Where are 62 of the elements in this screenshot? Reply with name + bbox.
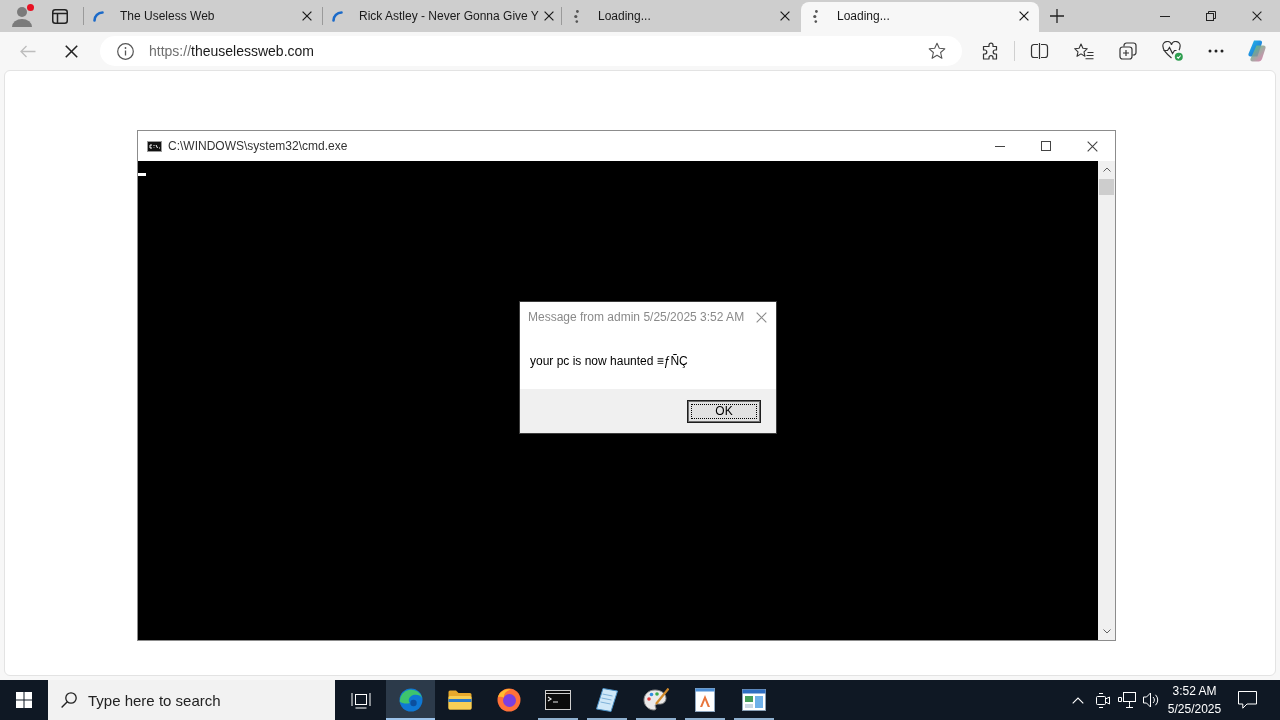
close-icon: [1252, 11, 1262, 21]
network-icon: [1118, 692, 1136, 708]
info-icon: [117, 42, 134, 60]
clock[interactable]: 3:52 AM 5/25/2025: [1163, 680, 1226, 720]
restore-icon: [1206, 11, 1216, 21]
browser-tab[interactable]: Loading...: [562, 2, 800, 32]
folder-icon: [447, 690, 472, 710]
search-field[interactable]: Type here to search: [48, 680, 335, 720]
notepad-icon: [595, 688, 618, 712]
scrollbar-thumb[interactable]: [1099, 179, 1114, 195]
star-icon: [928, 42, 946, 60]
fox-globe-icon: [496, 688, 521, 712]
heart-pulse-icon: [1161, 41, 1183, 61]
browser-tab[interactable]: Rick Astley - Never Gonna Give Y: [323, 2, 561, 32]
close-icon: [543, 11, 554, 21]
back-arrow-icon: [20, 44, 36, 58]
favorite-button[interactable]: [927, 41, 947, 61]
close-icon: [1019, 11, 1029, 21]
palette-icon: [642, 688, 669, 712]
browser-tab[interactable]: Loading...: [801, 2, 1039, 32]
video-camera-icon: [1095, 692, 1110, 708]
colorful-logo-icon: [1246, 40, 1268, 62]
close-icon: [1086, 140, 1098, 152]
swirl-logo-icon: [398, 688, 423, 712]
search-icon: [61, 692, 77, 708]
avatar-icon: [11, 5, 33, 27]
close-icon: [780, 11, 790, 21]
dialog-title: Message from admin 5/25/2025 3:52 AM: [528, 309, 745, 326]
taskbar-app-button[interactable]: [386, 680, 435, 720]
puzzle-icon: [982, 42, 1000, 60]
maximize-icon: [1041, 141, 1051, 151]
cross-icon: [64, 44, 78, 58]
split-screen-icon: [1029, 43, 1049, 59]
tab-panel-icon: [52, 8, 68, 24]
more-icon: [1208, 49, 1224, 53]
clock-date: 5/25/2025: [1167, 701, 1222, 718]
star-list-icon: [1074, 42, 1094, 60]
speaker-icon: [1142, 692, 1160, 708]
browser-tab[interactable]: The Useless Web: [84, 2, 322, 32]
document-icon: [694, 688, 715, 712]
start-logo-icon: [16, 692, 32, 708]
close-icon: [302, 11, 312, 21]
plus-icon: [1050, 9, 1064, 23]
window-title: C:\WINDOWS\system32\cmd.exe: [168, 138, 348, 155]
chevron-up-icon: [1072, 696, 1084, 704]
stacked-squares-plus-icon: [1119, 42, 1137, 60]
terminal-icon: [544, 690, 571, 710]
chevron-down-icon: [1102, 629, 1111, 634]
address-bar[interactable]: https://theuselessweb.com: [100, 36, 962, 66]
app-window-icon: [741, 689, 766, 711]
dialog-message: your pc is now haunted ≡ƒÑÇ: [530, 352, 688, 370]
scrollbar[interactable]: [1098, 161, 1115, 640]
close-icon: [755, 311, 767, 323]
minimize-icon: [995, 145, 1005, 147]
console-app-icon: [147, 140, 162, 152]
clock-time: 3:52 AM: [1172, 683, 1217, 700]
task-view-icon: [350, 691, 371, 709]
url-text: https://theuselessweb.com: [149, 41, 314, 61]
minimize-icon: [1160, 15, 1170, 17]
notification-icon: [1237, 691, 1257, 709]
chevron-up-icon: [1102, 167, 1111, 172]
ok-button[interactable]: OK: [687, 399, 761, 423]
